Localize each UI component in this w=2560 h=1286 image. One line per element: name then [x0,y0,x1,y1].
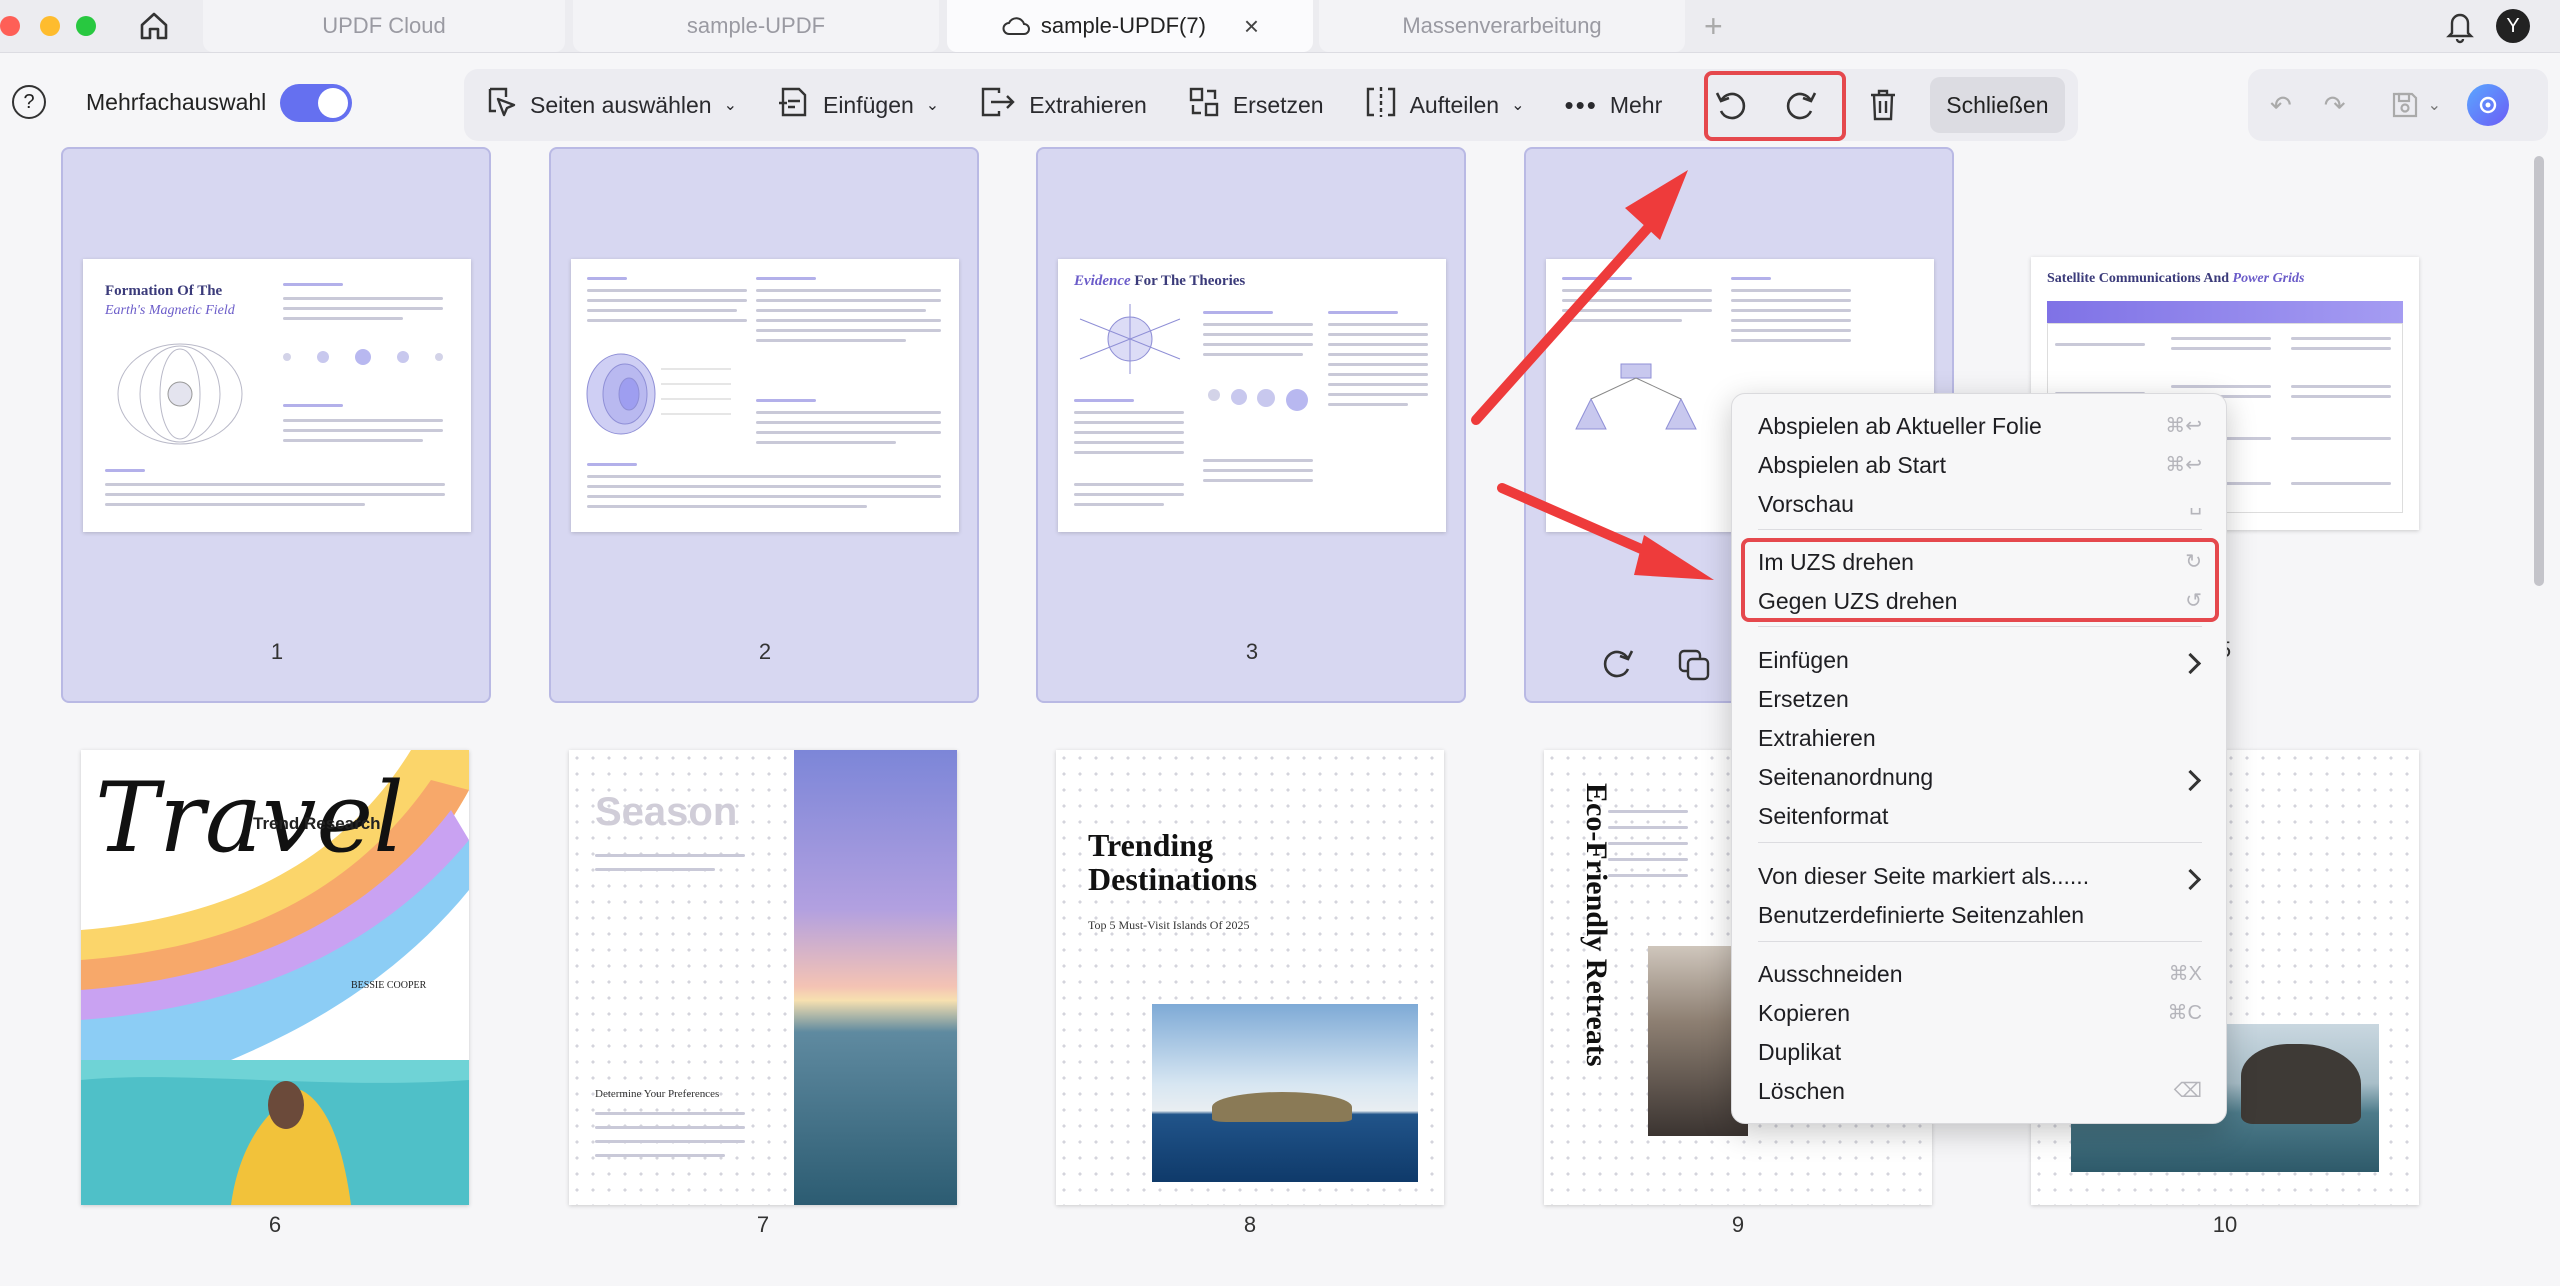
menu-shortcut: ␣ [2189,493,2202,515]
menu-item-play-current[interactable]: Abspielen ab Aktueller Folie [1758,413,2042,440]
menu-item-custom-page-numbers[interactable]: Benutzerdefinierte Seitenzahlen [1758,902,2084,929]
rotate-menu-highlight [1741,538,2219,622]
context-menu: Abspielen ab Aktueller Folie ⌘↩ Abspiele… [1731,393,2227,1124]
menu-item-copy[interactable]: Kopieren [1758,1000,1850,1027]
menu-shortcut: ⌘↩ [2165,454,2202,476]
menu-item-page-format[interactable]: Seitenformat [1758,803,1888,830]
menu-item-preview[interactable]: Vorschau [1758,491,1854,518]
chevron-right-icon [2179,868,2202,891]
menu-item-play-start[interactable]: Abspielen ab Start [1758,452,1946,479]
menu-item-cut[interactable]: Ausschneiden [1758,961,1903,988]
chevron-right-icon [2179,769,2202,792]
menu-separator [1758,529,2202,530]
menu-separator [1758,941,2202,942]
menu-shortcut: ⌘↩ [2165,415,2202,437]
menu-separator [1758,842,2202,843]
menu-item-extract[interactable]: Extrahieren [1758,725,1876,752]
menu-shortcut: ⌘X [2168,963,2202,985]
menu-item-replace[interactable]: Ersetzen [1758,686,1849,713]
menu-item-insert[interactable]: Einfügen [1758,647,1849,674]
menu-separator [1758,626,2202,627]
menu-shortcut: ⌘C [2167,1002,2202,1024]
menu-item-mark-as[interactable]: Von dieser Seite markiert als...... [1758,863,2089,890]
menu-item-delete[interactable]: Löschen [1758,1078,1845,1105]
menu-item-page-arrangement[interactable]: Seitenanordnung [1758,764,1933,791]
chevron-right-icon [2179,652,2202,675]
menu-shortcut: ⌫ [2173,1080,2202,1102]
menu-item-duplicate[interactable]: Duplikat [1758,1039,1841,1066]
